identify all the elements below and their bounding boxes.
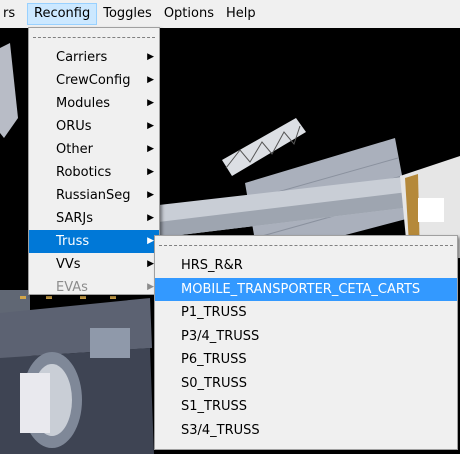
menu-item-p6-truss[interactable]: P6_TRUSS (155, 348, 457, 372)
menu-item-label: Modules (56, 96, 111, 111)
menu-toggles[interactable]: Toggles (97, 3, 158, 25)
menu-item-label: S3/4_TRUSS (181, 422, 260, 438)
menu-item-orus[interactable]: ORUs ▶ (29, 115, 159, 138)
menu-item-hrs-rr[interactable]: HRS_R&R (155, 254, 457, 278)
menu-item-label: Robotics (56, 165, 112, 180)
menu-item-label: RussianSeg (56, 188, 131, 203)
menu-reconfig[interactable]: Reconfig (27, 3, 98, 25)
menu-item-label: Truss (56, 234, 90, 249)
menu-item-russianseg[interactable]: RussianSeg ▶ (29, 184, 159, 207)
menu-item-label: VVs (56, 257, 81, 272)
submenu-arrow-icon: ▶ (147, 75, 154, 85)
menu-item-label: Other (56, 142, 93, 157)
menu-item-label: ORUs (56, 119, 92, 134)
menu-item-truss[interactable]: Truss ▶ (29, 230, 159, 253)
menu-item-s3-4-truss[interactable]: S3/4_TRUSS (155, 419, 457, 443)
submenu-arrow-icon: ▶ (147, 259, 154, 269)
submenu-arrow-icon: ▶ (147, 213, 154, 223)
menu-item-vvs[interactable]: VVs ▶ (29, 253, 159, 276)
menu-item-s1-truss[interactable]: S1_TRUSS (155, 395, 457, 419)
menu-item-label: SARJs (56, 211, 94, 226)
menu-item-modules[interactable]: Modules ▶ (29, 92, 159, 115)
menu-item-robotics[interactable]: Robotics ▶ (29, 161, 159, 184)
tear-off-line[interactable] (159, 240, 453, 252)
truss-submenu: HRS_R&R MOBILE_TRANSPORTER_CETA_CARTS P1… (154, 235, 458, 450)
submenu-arrow-icon: ▶ (147, 282, 154, 292)
menu-item-label: P6_TRUSS (181, 352, 247, 367)
submenu-arrow-icon: ▶ (147, 190, 154, 200)
submenu-arrow-icon: ▶ (147, 121, 154, 131)
menu-help[interactable]: Help (220, 3, 262, 25)
menu-item-label: CrewConfig (56, 73, 131, 88)
menu-bar: rs Reconfig Toggles Options Help (0, 0, 460, 28)
submenu-arrow-icon: ▶ (147, 52, 154, 62)
menu-item-label: P3/4_TRUSS (181, 328, 260, 344)
lower-module-face (20, 373, 50, 433)
submenu-arrow-icon: ▶ (147, 144, 154, 154)
menu-item-other[interactable]: Other ▶ (29, 138, 159, 161)
menu-item-label: EVAs (56, 280, 88, 295)
menu-item-p3-4-truss[interactable]: P3/4_TRUSS (155, 325, 457, 349)
menu-item-carriers[interactable]: Carriers ▶ (29, 46, 159, 69)
menu-item-mobile-transporter-ceta-carts[interactable]: MOBILE_TRANSPORTER_CETA_CARTS (155, 277, 457, 301)
menu-item-label: S0_TRUSS (181, 375, 248, 391)
reconfig-dropdown: Carriers ▶ CrewConfig ▶ Modules ▶ ORUs ▶… (28, 27, 160, 295)
menu-item-label: Carriers (56, 50, 108, 65)
menu-item-crewconfig[interactable]: CrewConfig ▶ (29, 69, 159, 92)
submenu-arrow-icon: ▶ (147, 98, 154, 108)
menu-item-label: P1_TRUSS (181, 305, 247, 320)
menu-item-sarjs[interactable]: SARJs ▶ (29, 207, 159, 230)
tear-off-line[interactable] (33, 32, 155, 44)
right-module-window (418, 198, 444, 222)
submenu-arrow-icon: ▶ (147, 167, 154, 177)
menu-item-evas: EVAs ▶ (29, 276, 159, 299)
lower-box (90, 328, 130, 358)
submenu-arrow-icon: ▶ (147, 236, 154, 246)
menu-partial[interactable]: rs (0, 3, 27, 25)
menu-item-label: S1_TRUSS (181, 399, 248, 414)
menu-item-label: HRS_R&R (181, 258, 243, 273)
menu-item-p1-truss[interactable]: P1_TRUSS (155, 301, 457, 325)
menu-options[interactable]: Options (158, 3, 220, 25)
menu-item-label: MOBILE_TRANSPORTER_CETA_CARTS (181, 281, 421, 297)
menu-item-s0-truss[interactable]: S0_TRUSS (155, 372, 457, 396)
